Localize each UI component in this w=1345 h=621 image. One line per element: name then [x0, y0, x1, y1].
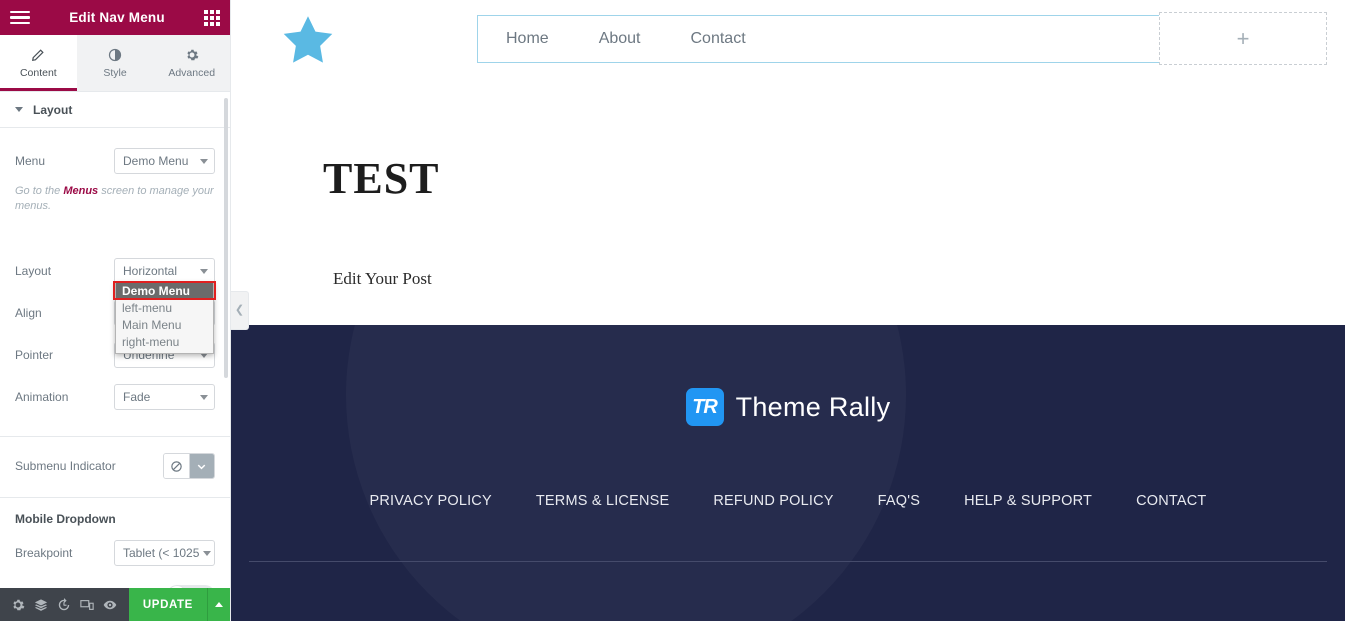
panel-controls-scroll[interactable]: Layout Menu Demo Menu Go to the Menus sc… — [0, 92, 230, 588]
footer-link-refund-policy[interactable]: REFUND POLICY — [713, 493, 833, 509]
menu-select[interactable]: Demo Menu — [114, 148, 215, 174]
grid-icon[interactable] — [204, 9, 220, 26]
menu-option-2[interactable]: Main Menu — [116, 317, 213, 334]
panel-scrollbar[interactable] — [224, 98, 228, 378]
control-animation: Animation Fade — [0, 376, 230, 418]
divider — [0, 436, 230, 437]
control-menu-label: Menu — [15, 154, 46, 168]
breakpoint-select[interactable]: Tablet (< 1025 — [114, 540, 215, 566]
control-layout-label: Layout — [15, 264, 52, 278]
full-width-toggle[interactable]: NO — [167, 585, 215, 588]
menu-option-1[interactable]: left-menu — [116, 300, 213, 317]
tab-advanced-label: Advanced — [168, 66, 216, 79]
footer-link-terms-license[interactable]: TERMS & LICENSE — [536, 493, 670, 509]
page-title: TEST — [323, 154, 440, 203]
control-align-label: Align — [15, 306, 42, 320]
chevron-down-icon — [200, 394, 208, 400]
theme-rally-badge-icon: TR — [685, 388, 724, 426]
animation-select-value: Fade — [123, 390, 151, 404]
gear-icon — [187, 49, 199, 60]
responsive-mode-icon[interactable] — [75, 588, 98, 621]
hamburger-icon[interactable] — [10, 10, 30, 25]
footer-link-faqs[interactable]: FAQ'S — [878, 493, 920, 509]
menu-option-3[interactable]: right-menu — [116, 334, 213, 351]
menu-option-0[interactable]: Demo Menu — [116, 283, 213, 300]
chevron-down-icon — [200, 268, 208, 274]
chevron-down-icon — [197, 464, 206, 469]
menus-link[interactable]: Menus — [63, 185, 98, 197]
control-submenu-indicator-label: Submenu Indicator — [15, 459, 116, 473]
menu-hint: Go to the Menus screen to manage your me… — [0, 182, 230, 222]
submenu-indicator-choices — [163, 453, 215, 479]
layout-select-value: Horizontal — [123, 264, 178, 278]
control-menu: Menu Demo Menu — [0, 140, 230, 182]
animation-select[interactable]: Fade — [114, 384, 215, 410]
elementor-editor: Edit Nav Menu Content Style Advanced Lay… — [0, 0, 1345, 621]
chevron-left-icon: ❮ — [234, 304, 245, 316]
star-icon — [283, 16, 333, 63]
control-pointer-label: Pointer — [15, 348, 54, 362]
menu-dropdown-options[interactable]: Demo Menu left-menu Main Menu right-menu — [115, 282, 214, 354]
control-full-width: Full Width NO — [0, 574, 230, 588]
tab-style-label: Style — [103, 66, 127, 79]
layout-select[interactable]: Horizontal — [114, 258, 215, 284]
chevron-down-icon — [200, 158, 208, 164]
footer-links: PRIVACY POLICY TERMS & LICENSE REFUND PO… — [231, 493, 1345, 509]
nav-menu-widget[interactable]: Home About Contact — [477, 15, 1207, 63]
submenu-indicator-none-button[interactable] — [164, 454, 190, 478]
panel-footer: UPDATE — [0, 588, 230, 621]
toggle-knob — [168, 586, 186, 588]
panel-title: Edit Nav Menu — [69, 10, 165, 25]
nav-link-home[interactable]: Home — [496, 26, 559, 52]
edit-post-link[interactable]: Edit Your Post — [333, 269, 1345, 289]
section-mobile-dropdown-title: Mobile Dropdown — [15, 512, 116, 526]
navigator-layers-icon[interactable] — [29, 588, 52, 621]
tab-content-label: Content — [19, 66, 57, 79]
footer-logo: TR Theme Rally — [231, 388, 1345, 426]
menu-hint-before: Go to the — [15, 185, 64, 197]
control-breakpoint-label: Breakpoint — [15, 546, 73, 560]
control-animation-label: Animation — [15, 390, 69, 404]
history-icon[interactable] — [52, 588, 75, 621]
footer-link-help-support[interactable]: HELP & SUPPORT — [964, 493, 1092, 509]
chevron-down-icon — [15, 107, 23, 112]
add-section-button[interactable]: + — [1159, 12, 1327, 65]
site-footer: TR Theme Rally PRIVACY POLICY TERMS & LI… — [231, 325, 1345, 621]
chevron-down-icon — [203, 550, 212, 556]
contrast-icon — [108, 48, 122, 61]
panel-collapse-handle[interactable]: ❮ — [231, 291, 249, 330]
footer-divider — [249, 561, 1327, 562]
tab-advanced[interactable]: Advanced — [153, 35, 231, 91]
control-breakpoint: Breakpoint Tablet (< 1025 — [0, 532, 230, 574]
preview-eye-icon[interactable] — [98, 588, 121, 621]
control-submenu-indicator: Submenu Indicator — [0, 445, 230, 487]
submenu-indicator-chevron-button[interactable] — [189, 454, 214, 478]
nav-link-about[interactable]: About — [589, 26, 651, 52]
theme-rally-name: Theme Rally — [735, 391, 891, 422]
site-header: Home About Contact + — [231, 0, 1345, 78]
pencil-icon — [32, 48, 45, 61]
section-layout-title: Layout — [33, 102, 73, 117]
footer-link-contact[interactable]: CONTACT — [1136, 493, 1206, 509]
post-content: TEST Edit Your Post — [231, 78, 1345, 289]
tab-content[interactable]: Content — [0, 35, 77, 91]
none-icon — [171, 460, 182, 472]
section-layout-header[interactable]: Layout — [0, 92, 230, 128]
tab-style[interactable]: Style — [76, 35, 154, 91]
settings-gear-icon[interactable] — [6, 588, 29, 621]
menu-select-value: Demo Menu — [123, 154, 189, 168]
nav-link-contact[interactable]: Contact — [681, 26, 756, 52]
editor-panel: Edit Nav Menu Content Style Advanced Lay… — [0, 0, 231, 621]
update-options-button[interactable] — [206, 588, 230, 621]
footer-link-privacy-policy[interactable]: PRIVACY POLICY — [370, 493, 492, 509]
footer-decoration-circle — [346, 325, 906, 621]
breakpoint-select-value: Tablet (< 1025 — [123, 546, 200, 560]
chevron-up-icon — [214, 602, 223, 607]
panel-tabs: Content Style Advanced — [0, 35, 231, 92]
plus-icon: + — [1236, 25, 1250, 51]
update-button[interactable]: UPDATE — [129, 588, 207, 621]
panel-header: Edit Nav Menu — [0, 0, 230, 35]
preview-canvas: Home About Contact + TEST Edit Your Post… — [231, 0, 1345, 621]
